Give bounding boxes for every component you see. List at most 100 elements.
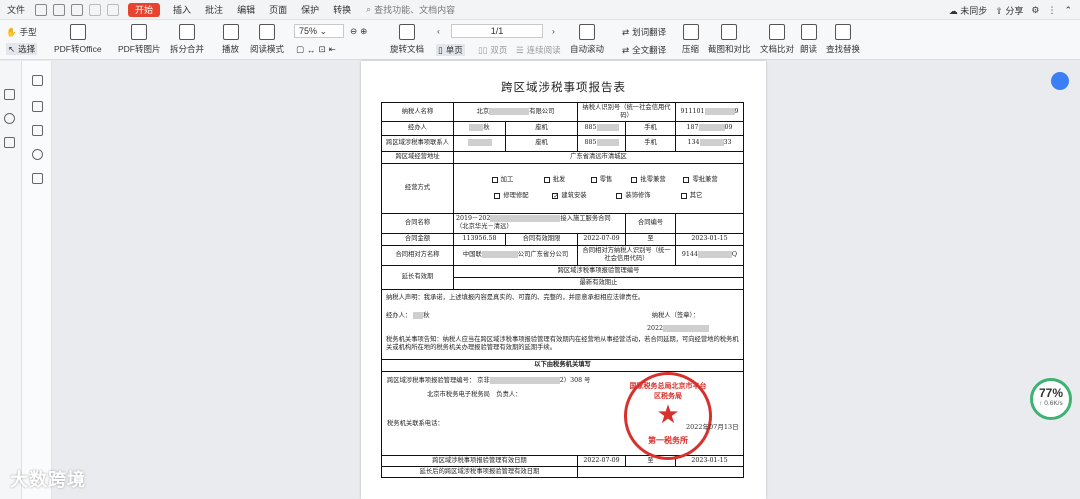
hand-tool[interactable]: ✋ 手型 [6, 26, 37, 38]
page-next[interactable]: › [552, 26, 555, 36]
find-icon [835, 24, 851, 40]
more-icon[interactable]: ⋮ [1047, 5, 1056, 16]
help-icon[interactable] [4, 113, 15, 124]
checkbox [543, 176, 550, 183]
zoom-in-icon[interactable]: ⊕ [360, 26, 367, 37]
read-aloud-button[interactable]: 朗读 [800, 24, 817, 55]
word-translate-button[interactable]: ⇄ 划词翻译 [622, 26, 666, 38]
zoom-input[interactable]: 75% ⌄ [294, 24, 344, 38]
tab-page[interactable]: 页面 [262, 0, 294, 20]
compress-button[interactable]: 压缩 [682, 24, 699, 55]
find-replace-button[interactable]: 查找替换 [826, 24, 860, 55]
rotate-doc-button[interactable]: 旋转文档 [390, 24, 424, 55]
pdf-to-image-button[interactable]: PDF转图片 [118, 24, 161, 55]
zoom-out-icon[interactable]: ⊖ [350, 26, 357, 37]
page-number-input[interactable]: 1/1 [451, 24, 543, 38]
fit-width-icon[interactable]: ↔ [307, 45, 316, 55]
business-mode-options: 加工 批发 零售 批零兼营 零批兼营 修理修配 ✓ 建筑安装 装饰修饰 其它 [453, 162, 744, 214]
select-label: 选择 [18, 44, 36, 54]
word-translate-label: 划词翻译 [632, 27, 667, 37]
assistant-icon[interactable] [1051, 72, 1069, 90]
translate-icon: ⇄ [622, 26, 630, 37]
save-icon[interactable] [53, 3, 66, 16]
doc-compare-label: 文档比对 [760, 44, 795, 54]
cross-contact-label: 跨区域涉税事项联系人 [381, 134, 454, 152]
tab-annotate[interactable]: 批注 [198, 0, 230, 20]
landline-label-2: 座机 [505, 134, 578, 152]
undo-icon[interactable] [89, 3, 102, 16]
print-icon[interactable] [71, 3, 84, 16]
play-button[interactable]: 播放 [222, 24, 239, 55]
verify-no-a: 京非 [477, 376, 490, 384]
extension-label: 延长有效期 [381, 264, 454, 290]
business-mode-label: 经营方式 [381, 162, 454, 214]
comment-icon[interactable] [32, 125, 43, 136]
read-mode-button[interactable]: 阅读模式 [250, 24, 284, 55]
double-label: 双页 [490, 45, 508, 55]
split-merge-button[interactable]: 拆分合并 [170, 24, 204, 55]
option-label: 修理修配 [503, 192, 529, 200]
mobile-label: 手机 [625, 120, 676, 136]
cloud-sync[interactable]: ☁ 未同步 [949, 4, 988, 17]
page-prev[interactable]: ‹ [437, 26, 440, 36]
period-end: 2023-01-15 [675, 232, 744, 246]
auto-scroll-button[interactable]: 自动滚动 [570, 24, 604, 55]
search-box[interactable]: ⌕ 查找功能、文档内容 [366, 3, 455, 16]
crop-icon [721, 24, 738, 40]
share-button[interactable]: ⇪ 分享 [995, 4, 1023, 17]
contract-name-value: 2019－202 接入施工服务合同（北京华光－清远） [453, 212, 626, 234]
menu-file[interactable]: 文件 [0, 0, 32, 20]
seal-date: 2022年07月13日 [686, 423, 739, 431]
counterparty-a: 中国联 [462, 251, 482, 259]
pdf-to-office-button[interactable]: PDF转Office [54, 24, 102, 55]
redaction [699, 139, 724, 147]
continuous-button[interactable]: ☰ 连续阅读 [516, 44, 561, 56]
tab-start[interactable]: 开始 [128, 2, 161, 17]
period-to: 至 [625, 232, 676, 246]
option-decoration: 装饰修饰 [603, 192, 665, 200]
open-folder-icon[interactable] [35, 3, 48, 16]
thumbnail-icon[interactable] [32, 101, 43, 112]
attachment-icon[interactable] [32, 149, 43, 160]
redaction [697, 251, 732, 259]
mobile-value: 187 09 [675, 120, 744, 136]
speed-percent: 77% [1038, 386, 1064, 400]
collapse-icon[interactable]: ⌃ [1064, 5, 1072, 16]
bookmark-icon[interactable] [32, 75, 43, 86]
select-tool[interactable]: ↖ 选择 [6, 43, 38, 55]
mobile-2-a: 134 [687, 139, 700, 147]
tab-protect[interactable]: 保护 [294, 0, 326, 20]
doc-translate-icon: ⇄ [622, 44, 630, 55]
first-page-icon[interactable]: ⇤ [329, 44, 336, 55]
doc-compare-button[interactable]: 文档比对 [760, 24, 794, 55]
agent-sign-label: 经办人： [386, 311, 412, 319]
speaker-icon [800, 24, 817, 40]
actual-size-icon[interactable]: ⊡ [319, 44, 326, 55]
tab-convert[interactable]: 转换 [326, 0, 358, 20]
single-page-button[interactable]: ▯ 单页 [436, 44, 465, 56]
taxpayer-id-a: 911101 [680, 107, 705, 115]
redo-icon[interactable] [107, 3, 120, 16]
settings-icon[interactable]: ⚙ [1031, 5, 1039, 16]
redaction [489, 376, 560, 384]
fit-page-icon[interactable]: ▢ [296, 44, 304, 55]
double-page-button[interactable]: ▯▯ 双页 [478, 44, 507, 56]
play-label: 播放 [222, 44, 240, 54]
taxpayer-id-value: 911101 9 [675, 102, 744, 122]
checkbox [494, 192, 501, 199]
signature-icon[interactable] [32, 173, 43, 184]
counterparty-id-a: 9144 [681, 251, 698, 259]
option-label: 建筑安装 [561, 192, 587, 200]
magnify-icon[interactable] [4, 89, 15, 100]
option-construction: ✓ 建筑安装 [538, 192, 600, 200]
crop-compare-button[interactable]: 截图和对比 [708, 24, 751, 55]
tab-edit[interactable]: 编辑 [230, 0, 262, 20]
mobile-value-2: 134 33 [675, 134, 744, 152]
sliders-icon[interactable] [4, 137, 15, 148]
tab-insert[interactable]: 插入 [166, 0, 198, 20]
redaction [489, 107, 530, 115]
network-speed-widget[interactable]: 77% ↑ 0.6K/s [1030, 378, 1072, 420]
full-translate-button[interactable]: ⇄ 全文翻译 [622, 44, 666, 56]
zoom-value: 75% [299, 26, 318, 36]
redaction [490, 215, 561, 223]
